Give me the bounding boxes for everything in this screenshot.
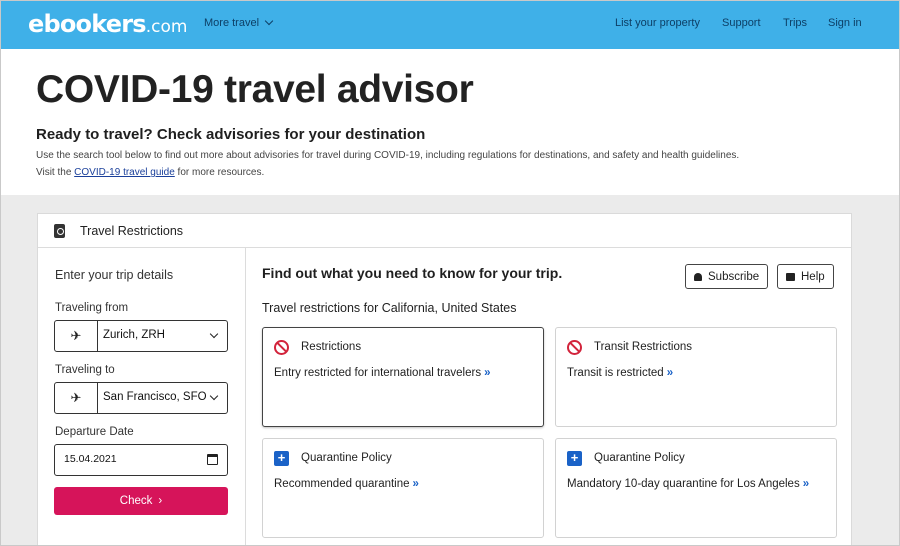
traveling-to-value: San Francisco, SFO xyxy=(103,391,207,403)
subscribe-label: Subscribe xyxy=(708,270,760,283)
intro-description: Use the search tool below to find out mo… xyxy=(36,150,740,161)
ebookers-logo[interactable]: ebookers.com xyxy=(28,10,187,38)
intro-resources-line: Visit the COVID-19 travel guide for more… xyxy=(36,167,264,178)
tile-title: Restrictions xyxy=(301,341,362,353)
transit-restrictions-tile[interactable]: Transit Restrictions Transit is restrict… xyxy=(555,327,837,427)
help-message-icon xyxy=(786,272,795,281)
tile-description: Transit is restricted» xyxy=(567,367,674,379)
traveling-from-label: Traveling from xyxy=(55,302,129,314)
double-chevron-right-icon: » xyxy=(666,367,674,379)
quarantine-policy-tile[interactable]: + Quarantine Policy Recommended quaranti… xyxy=(262,438,544,538)
card-header: Travel Restrictions xyxy=(38,214,851,248)
sign-in-link[interactable]: Sign in xyxy=(828,17,862,29)
help-label: Help xyxy=(801,270,825,283)
trips-link[interactable]: Trips xyxy=(783,17,807,29)
airplane-icon: ✈ xyxy=(55,321,98,351)
departure-date-value: 15.04.2021 xyxy=(64,453,117,465)
plus-box-icon: + xyxy=(567,451,582,466)
passport-icon xyxy=(54,224,65,238)
check-button[interactable]: Check › xyxy=(54,487,228,515)
list-your-property-link[interactable]: List your property xyxy=(615,17,700,29)
departure-date-label: Departure Date xyxy=(55,426,134,438)
chevron-down-icon xyxy=(209,329,219,339)
departure-date-input[interactable]: 15.04.2021 xyxy=(54,444,228,476)
more-travel-menu[interactable]: More travel xyxy=(204,16,274,29)
help-button[interactable]: Help xyxy=(777,264,834,289)
traveling-from-value: Zurich, ZRH xyxy=(103,329,165,341)
tile-description: Recommended quarantine» xyxy=(274,478,419,490)
logo-domain-text: .com xyxy=(145,17,188,37)
top-navigation-bar: ebookers.com More travel List your prope… xyxy=(0,0,900,49)
traveling-to-select[interactable]: ✈ San Francisco, SFO xyxy=(54,382,228,414)
double-chevron-right-icon: » xyxy=(412,478,419,490)
traveling-to-label: Traveling to xyxy=(55,364,115,376)
double-chevron-right-icon: » xyxy=(802,478,810,490)
subscribe-button[interactable]: Subscribe xyxy=(685,264,769,289)
resources-suffix: for more resources. xyxy=(174,167,265,178)
bell-icon xyxy=(694,272,702,281)
double-chevron-right-icon: » xyxy=(484,367,491,379)
travel-restrictions-card: Travel Restrictions Enter your trip deta… xyxy=(37,213,852,546)
column-divider xyxy=(245,248,246,546)
page-title: COVID-19 travel advisor xyxy=(36,68,474,111)
logo-main-text: ebookers xyxy=(28,10,147,38)
resources-prefix: Visit the xyxy=(36,167,75,178)
calendar-icon[interactable] xyxy=(207,454,218,465)
tile-description: Mandatory 10-day quarantine for Los Ange… xyxy=(567,478,810,490)
check-button-label: Check xyxy=(119,495,153,507)
restrictions-tile[interactable]: Restrictions Entry restricted for intern… xyxy=(262,327,544,427)
plus-box-icon: + xyxy=(274,451,289,466)
chevron-right-icon: › xyxy=(158,495,163,507)
tile-description: Entry restricted for international trave… xyxy=(274,367,491,379)
card-title: Travel Restrictions xyxy=(80,224,184,238)
chevron-down-icon xyxy=(209,391,219,401)
airplane-icon: ✈ xyxy=(55,383,98,413)
tile-title: Quarantine Policy xyxy=(301,452,392,464)
tile-title: Transit Restrictions xyxy=(594,341,692,353)
more-travel-label: More travel xyxy=(204,17,260,29)
chevron-down-icon xyxy=(264,16,274,26)
restrictions-destination-title: Travel restrictions for California, Unit… xyxy=(262,301,517,315)
traveling-from-select[interactable]: ✈ Zurich, ZRH xyxy=(54,320,228,352)
tile-title: Quarantine Policy xyxy=(594,452,685,464)
no-entry-icon xyxy=(274,340,289,355)
covid-travel-guide-link[interactable]: COVID-19 travel guide xyxy=(74,167,175,178)
results-heading: Find out what you need to know for your … xyxy=(262,265,563,281)
support-link[interactable]: Support xyxy=(722,17,761,29)
page-subtitle: Ready to travel? Check advisories for yo… xyxy=(36,126,426,143)
trip-details-heading: Enter your trip details xyxy=(55,268,174,282)
quarantine-policy-la-tile[interactable]: + Quarantine Policy Mandatory 10-day qua… xyxy=(555,438,837,538)
no-entry-icon xyxy=(567,340,582,355)
